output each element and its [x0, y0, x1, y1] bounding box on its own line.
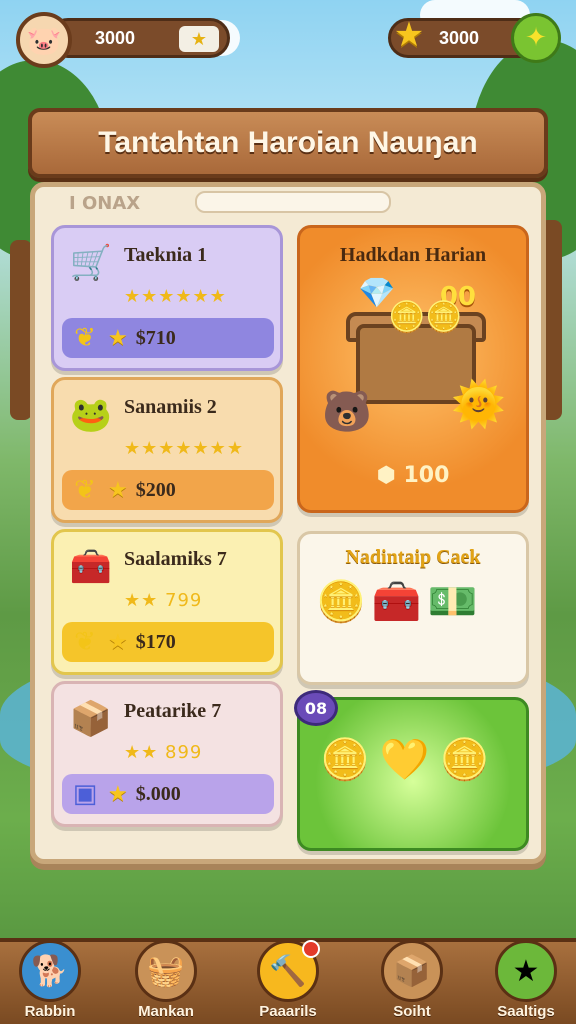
ticket-icon: ▣ — [72, 779, 98, 809]
panel-tag: I ONAX — [69, 193, 141, 214]
reward-value: $170 — [135, 630, 176, 653]
panel-tab-bar[interactable] — [195, 191, 391, 213]
nav-item-saaltigs[interactable]: ★ Saaltigs — [476, 940, 576, 1024]
task-card-3[interactable]: 🧰 Saalamiks 7 ★★ 799 ❦ ★ $170 — [51, 529, 283, 675]
nav-label: Rabbin — [24, 1003, 76, 1020]
daily-reward-amount: ⬢ 100 — [300, 463, 526, 488]
reward-value: $710 — [135, 326, 176, 349]
star-icon: ★ — [108, 629, 128, 655]
nav-label: Soiht — [393, 1003, 431, 1020]
task-name: Peatarike 7 — [124, 700, 222, 722]
task-stars: ★★★★★★ — [124, 286, 227, 307]
task-name: Sanamiis 2 — [124, 396, 217, 418]
daily-title: Hadkdan Harian — [339, 244, 487, 266]
currency-bar-right: ★ 3000 ✦ — [388, 13, 561, 63]
task-card-2[interactable]: 🐸 Sanamiis 2 ★★★★★★★ ❦ ★ $200 — [51, 377, 283, 523]
add-currency-right-button[interactable]: ✦ — [511, 13, 561, 63]
shop-chest-icon: 🪙🧰💵 — [316, 579, 484, 625]
coin-icon: ⬢ — [376, 463, 404, 488]
bonus-badge: 08 — [294, 690, 338, 726]
machine-icon: 🧰 — [69, 547, 113, 587]
nav-label: Mankan — [138, 1003, 194, 1020]
task-stars: ★★★★★★★ — [124, 438, 244, 459]
reward-value: $200 — [135, 478, 176, 501]
task-reward: ❦ ★ $200 — [62, 470, 274, 510]
add-currency-left-button[interactable]: ★ — [179, 26, 219, 52]
star-icon: ★ — [108, 325, 128, 351]
creature-icon: 🐸 — [69, 395, 113, 435]
currency-left-value: 3000 — [95, 27, 136, 48]
shop-title: Nadintaip Caek — [345, 546, 481, 568]
task-name: Saalamiks 7 — [124, 548, 227, 570]
star-icon: ★ — [495, 940, 557, 1002]
task-reward: ▣ ★ $.000 — [62, 774, 274, 814]
gold-leaf-icon: ❦ — [74, 627, 96, 657]
bottom-nav: 🐕 Rabbin 🧺 Mankan 🔨 Paaarils 📦 Soiht ★ S… — [0, 938, 576, 1024]
star-icon: ★ — [108, 477, 128, 503]
currency-bar-left: 3000 ★ — [48, 18, 230, 58]
task-reward: ❦ ★ $710 — [62, 318, 274, 358]
daily-reward-card[interactable]: Hadkdan Harian 💎 00 🪙🪙 🐻 🌞 ⬢ 100 — [297, 225, 529, 513]
dog-icon: 🐕 — [19, 940, 81, 1002]
task-name: Taeknia 1 — [124, 244, 208, 266]
challenge-panel: I ONAX 🛒 Taeknia 1 ★★★★★★ ❦ ★ $710 🐸 San… — [30, 182, 546, 864]
task-card-1[interactable]: 🛒 Taeknia 1 ★★★★★★ ❦ ★ $710 — [51, 225, 283, 371]
nav-label: Saaltigs — [497, 1003, 555, 1020]
task-stars: ★★ 899 — [124, 742, 203, 763]
cart-icon: 🛒 — [69, 243, 113, 283]
nav-item-soiht[interactable]: 📦 Soiht — [362, 940, 462, 1024]
gold-leaf-icon: ❦ — [74, 475, 96, 505]
shop-card[interactable]: Nadintaip Caek 🪙🧰💵 — [297, 531, 529, 685]
nav-item-mankan[interactable]: 🧺 Mankan — [116, 940, 216, 1024]
task-card-4[interactable]: 📦 Peatarike 7 ★★ 899 ▣ ★ $.000 — [51, 681, 283, 827]
reward-value: $.000 — [135, 782, 181, 805]
crate-icon: 📦 — [69, 699, 113, 739]
nav-item-rabbin[interactable]: 🐕 Rabbin — [0, 940, 100, 1024]
notification-dot — [302, 940, 320, 958]
player-avatar[interactable]: 🐷 — [16, 12, 72, 68]
shop-icon: 🧺 — [135, 940, 197, 1002]
nav-label: Paaarils — [259, 1003, 317, 1020]
nav-item-paaarils[interactable]: 🔨 Paaarils — [238, 940, 338, 1024]
box-icon: 📦 — [381, 940, 443, 1002]
bear-icon: 🐻 — [322, 389, 372, 435]
star-icon: ★ — [108, 781, 128, 807]
coin-pile-icon: 🪙🪙 — [388, 300, 463, 335]
title-banner: Tantahtan Haroian Nauŋan — [28, 108, 548, 178]
currency-right-value: 3000 — [439, 27, 480, 48]
sun-creature-icon: 🌞 — [451, 379, 506, 430]
gold-leaf-icon: ❦ — [74, 323, 96, 353]
star-icon: ★ — [393, 15, 425, 55]
task-stars: ★★ 799 — [124, 590, 203, 611]
daily-reward-value: 100 — [403, 463, 450, 488]
task-reward: ❦ ★ $170 — [62, 622, 274, 662]
gold-coins-icon: 🪙💛🪙 — [320, 737, 500, 783]
page-title: Tantahtan Haroian Nauŋan — [98, 126, 478, 159]
